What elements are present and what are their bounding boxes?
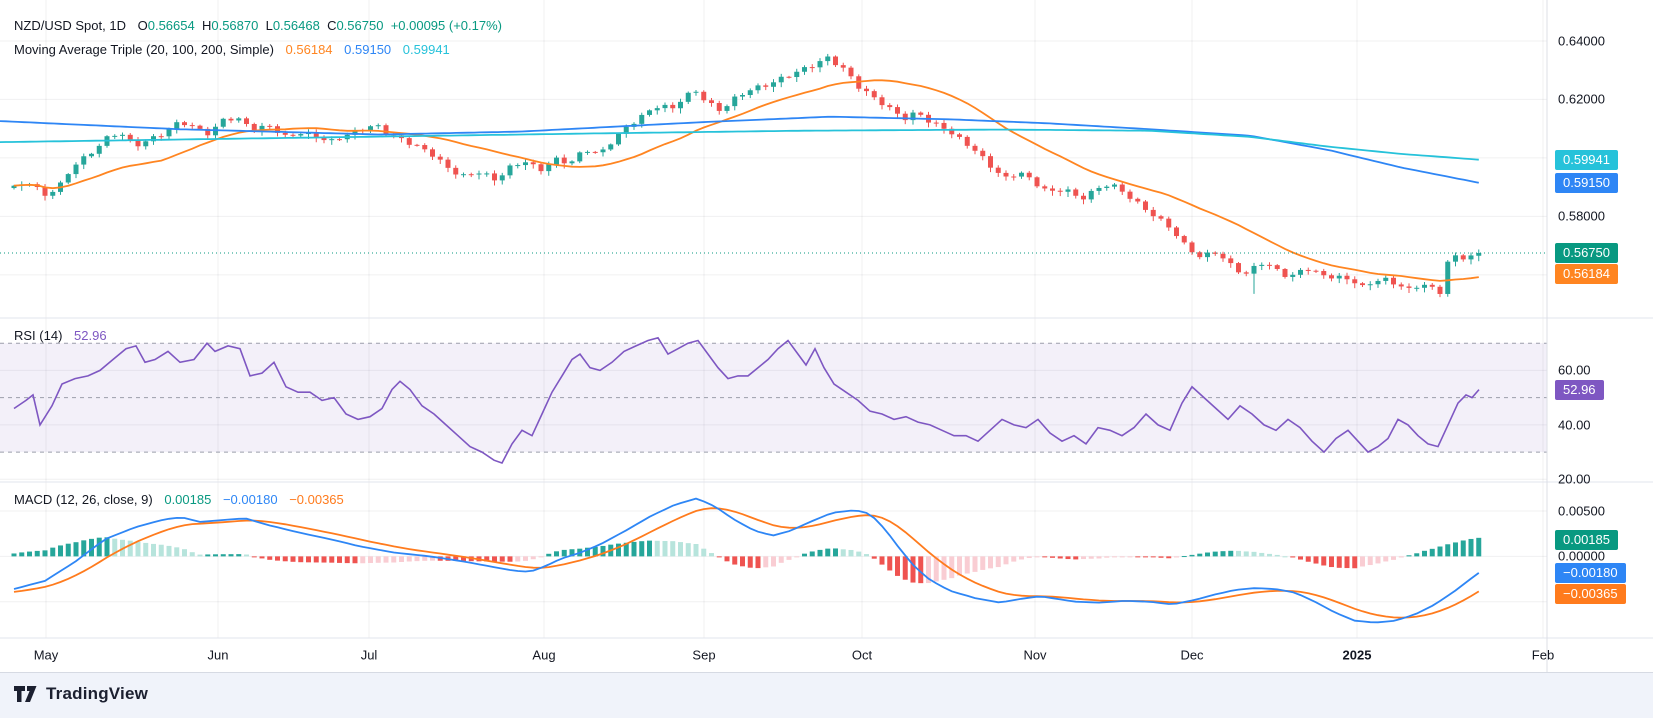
macd-signal-badge: −0.00365 [1555,583,1626,604]
macd-indicator-title[interactable]: MACD (12, 26, close, 9) [14,492,153,507]
macd-line-badge: −0.00180 [1555,562,1626,583]
brand-name: TradingView [46,684,149,703]
rsi-tick: 60.00 [1558,362,1591,378]
time-label: Oct [851,647,873,663]
rsi-indicator-title[interactable]: RSI (14) [14,328,62,343]
price-scale[interactable]: 0.64000 0.62000 0.58000 60.00 40.00 20.0… [1547,0,1653,672]
macd-panel[interactable] [11,497,1482,624]
chart-area[interactable]: NZD/USD Spot, 1D O0.56654 H0.56870 L0.56… [0,0,1653,673]
ma100-value: 0.59150 [344,42,392,57]
ma-legend-row[interactable]: Moving Average Triple (20, 100, 200, Sim… [14,42,458,57]
macd-legend-row[interactable]: MACD (12, 26, close, 9) 0.00185 −0.00180… [14,492,352,507]
symbol-title[interactable]: NZD/USD Spot, 1D [14,18,126,33]
time-label: May [33,647,59,663]
rsi-tick: 40.00 [1558,417,1591,433]
ma200-value: 0.59941 [402,42,450,57]
ohlc-open: O0.56654 [137,18,195,33]
time-label: Dec [1180,647,1204,663]
time-label: Sep [692,647,716,663]
sma-200-line [0,128,1479,161]
macd-line [13,497,1480,624]
time-label: Nov [1023,647,1047,663]
time-label: Aug [532,647,556,663]
macd-tick: 0.00000 [1558,548,1605,564]
time-scale[interactable]: May Jun Jul Aug Sep Oct Nov Dec 2025 Feb [0,638,1554,672]
ma-indicator-title[interactable]: Moving Average Triple (20, 100, 200, Sim… [14,42,274,57]
ma20-price-badge: 0.56184 [1555,263,1618,284]
price-change: +0.00095 (+0.17%) [390,18,502,33]
ma200-price-badge: 0.59941 [1555,149,1618,170]
tradingview-logo-icon [14,686,37,702]
time-label: Jul [360,647,378,663]
rsi-tick: 20.00 [1558,471,1591,487]
ohlc-high: H0.56870 [201,18,259,33]
gridlines [0,0,1547,638]
ma100-price-badge: 0.59150 [1555,172,1618,193]
rsi-legend-row[interactable]: RSI (14) 52.96 [14,328,115,343]
time-label: Jun [207,647,229,663]
ohlc-close: C0.56750 [327,18,384,33]
price-tick: 0.62000 [1558,91,1605,107]
symbol-legend-row[interactable]: NZD/USD Spot, 1D O0.56654 H0.56870 L0.56… [14,18,502,33]
macd-hist-value: 0.00185 [164,492,212,507]
macd-hist-badge: 0.00185 [1555,529,1618,550]
sma-20-line [13,79,1479,282]
ohlc-low: L0.56468 [265,18,320,33]
chart-canvas[interactable] [0,0,1653,672]
rsi-value-badge: 52.96 [1555,379,1604,400]
price-tick: 0.64000 [1558,33,1605,49]
price-tick: 0.58000 [1558,208,1605,224]
macd-signal-value: −0.00365 [289,492,344,507]
macd-tick: 0.00500 [1558,503,1605,519]
rsi-panel[interactable] [0,336,1547,464]
ma20-value: 0.56184 [285,42,333,57]
time-label-year: 2025 [1342,647,1372,663]
macd-line-value: −0.00180 [222,492,278,507]
rsi-value: 52.96 [74,328,107,343]
tradingview-brand[interactable]: TradingView [14,684,148,704]
last-price-badge: 0.56750 [1555,242,1618,263]
price-panel[interactable] [0,53,1547,298]
